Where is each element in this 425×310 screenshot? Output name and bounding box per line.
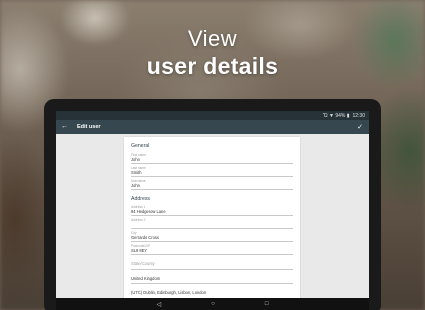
timezone-field[interactable]: (UTC) Dublin, Edinburgh, Lisbon, London: [131, 285, 293, 299]
promo-line-1: View: [187, 26, 238, 51]
address2-field[interactable]: Address 2: [131, 217, 293, 229]
city-value: Gerrards Cross: [131, 235, 159, 241]
state-placeholder: State/County: [131, 261, 155, 267]
state-field[interactable]: State/County: [131, 256, 293, 270]
address1-value: 94 Hedgerow Lane: [131, 209, 166, 215]
last-name-field[interactable]: Last name Smith: [131, 164, 293, 177]
nav-bar: ◁ ○ □: [56, 298, 369, 310]
postcode-value: SL9 8EY: [131, 248, 148, 254]
arrow-back-icon[interactable]: ←: [61, 120, 71, 134]
nav-recents-icon[interactable]: □: [265, 301, 269, 307]
username-field[interactable]: Username John: [131, 177, 293, 190]
status-bar: Ὤ ▼ 94% ▮ 12:30: [56, 111, 369, 120]
checkmark-icon[interactable]: ✓: [357, 123, 363, 131]
status-icons: Ὤ ▼ 94% ▮: [322, 112, 350, 119]
country-value: United Kingdom: [131, 275, 161, 281]
app-bar-title: Edit user: [77, 124, 101, 130]
nav-home-icon[interactable]: ○: [211, 301, 215, 307]
section-address-title: Address: [131, 195, 151, 202]
country-field[interactable]: United Kingdom: [131, 270, 293, 284]
address1-field[interactable]: Address 1 94 Hedgerow Lane: [131, 204, 293, 216]
postcode-field[interactable]: Postcode/ZIP SL9 8EY: [131, 243, 293, 255]
timezone-value: (UTC) Dublin, Edinburgh, Lisbon, London: [131, 290, 207, 296]
promo-line-2: user details: [146, 53, 279, 79]
last-name-value: Smith: [131, 169, 142, 175]
section-general-title: General: [131, 143, 150, 149]
address2-label: Address 2: [131, 218, 146, 222]
app-bar: ← Edit user ✓: [56, 120, 369, 134]
nav-back-icon[interactable]: ◁: [157, 301, 162, 308]
tablet-screen: Ὤ ▼ 94% ▮ 12:30 ← Edit user ✓ General Fi…: [56, 111, 369, 310]
first-name-value: John: [131, 156, 140, 162]
first-name-field[interactable]: First name John: [131, 151, 293, 164]
username-value: John: [131, 182, 140, 188]
status-time: 12:30: [352, 112, 365, 119]
city-field[interactable]: City Gerrards Cross: [131, 230, 293, 242]
edit-user-form: General First name John Last name Smith …: [124, 137, 300, 307]
